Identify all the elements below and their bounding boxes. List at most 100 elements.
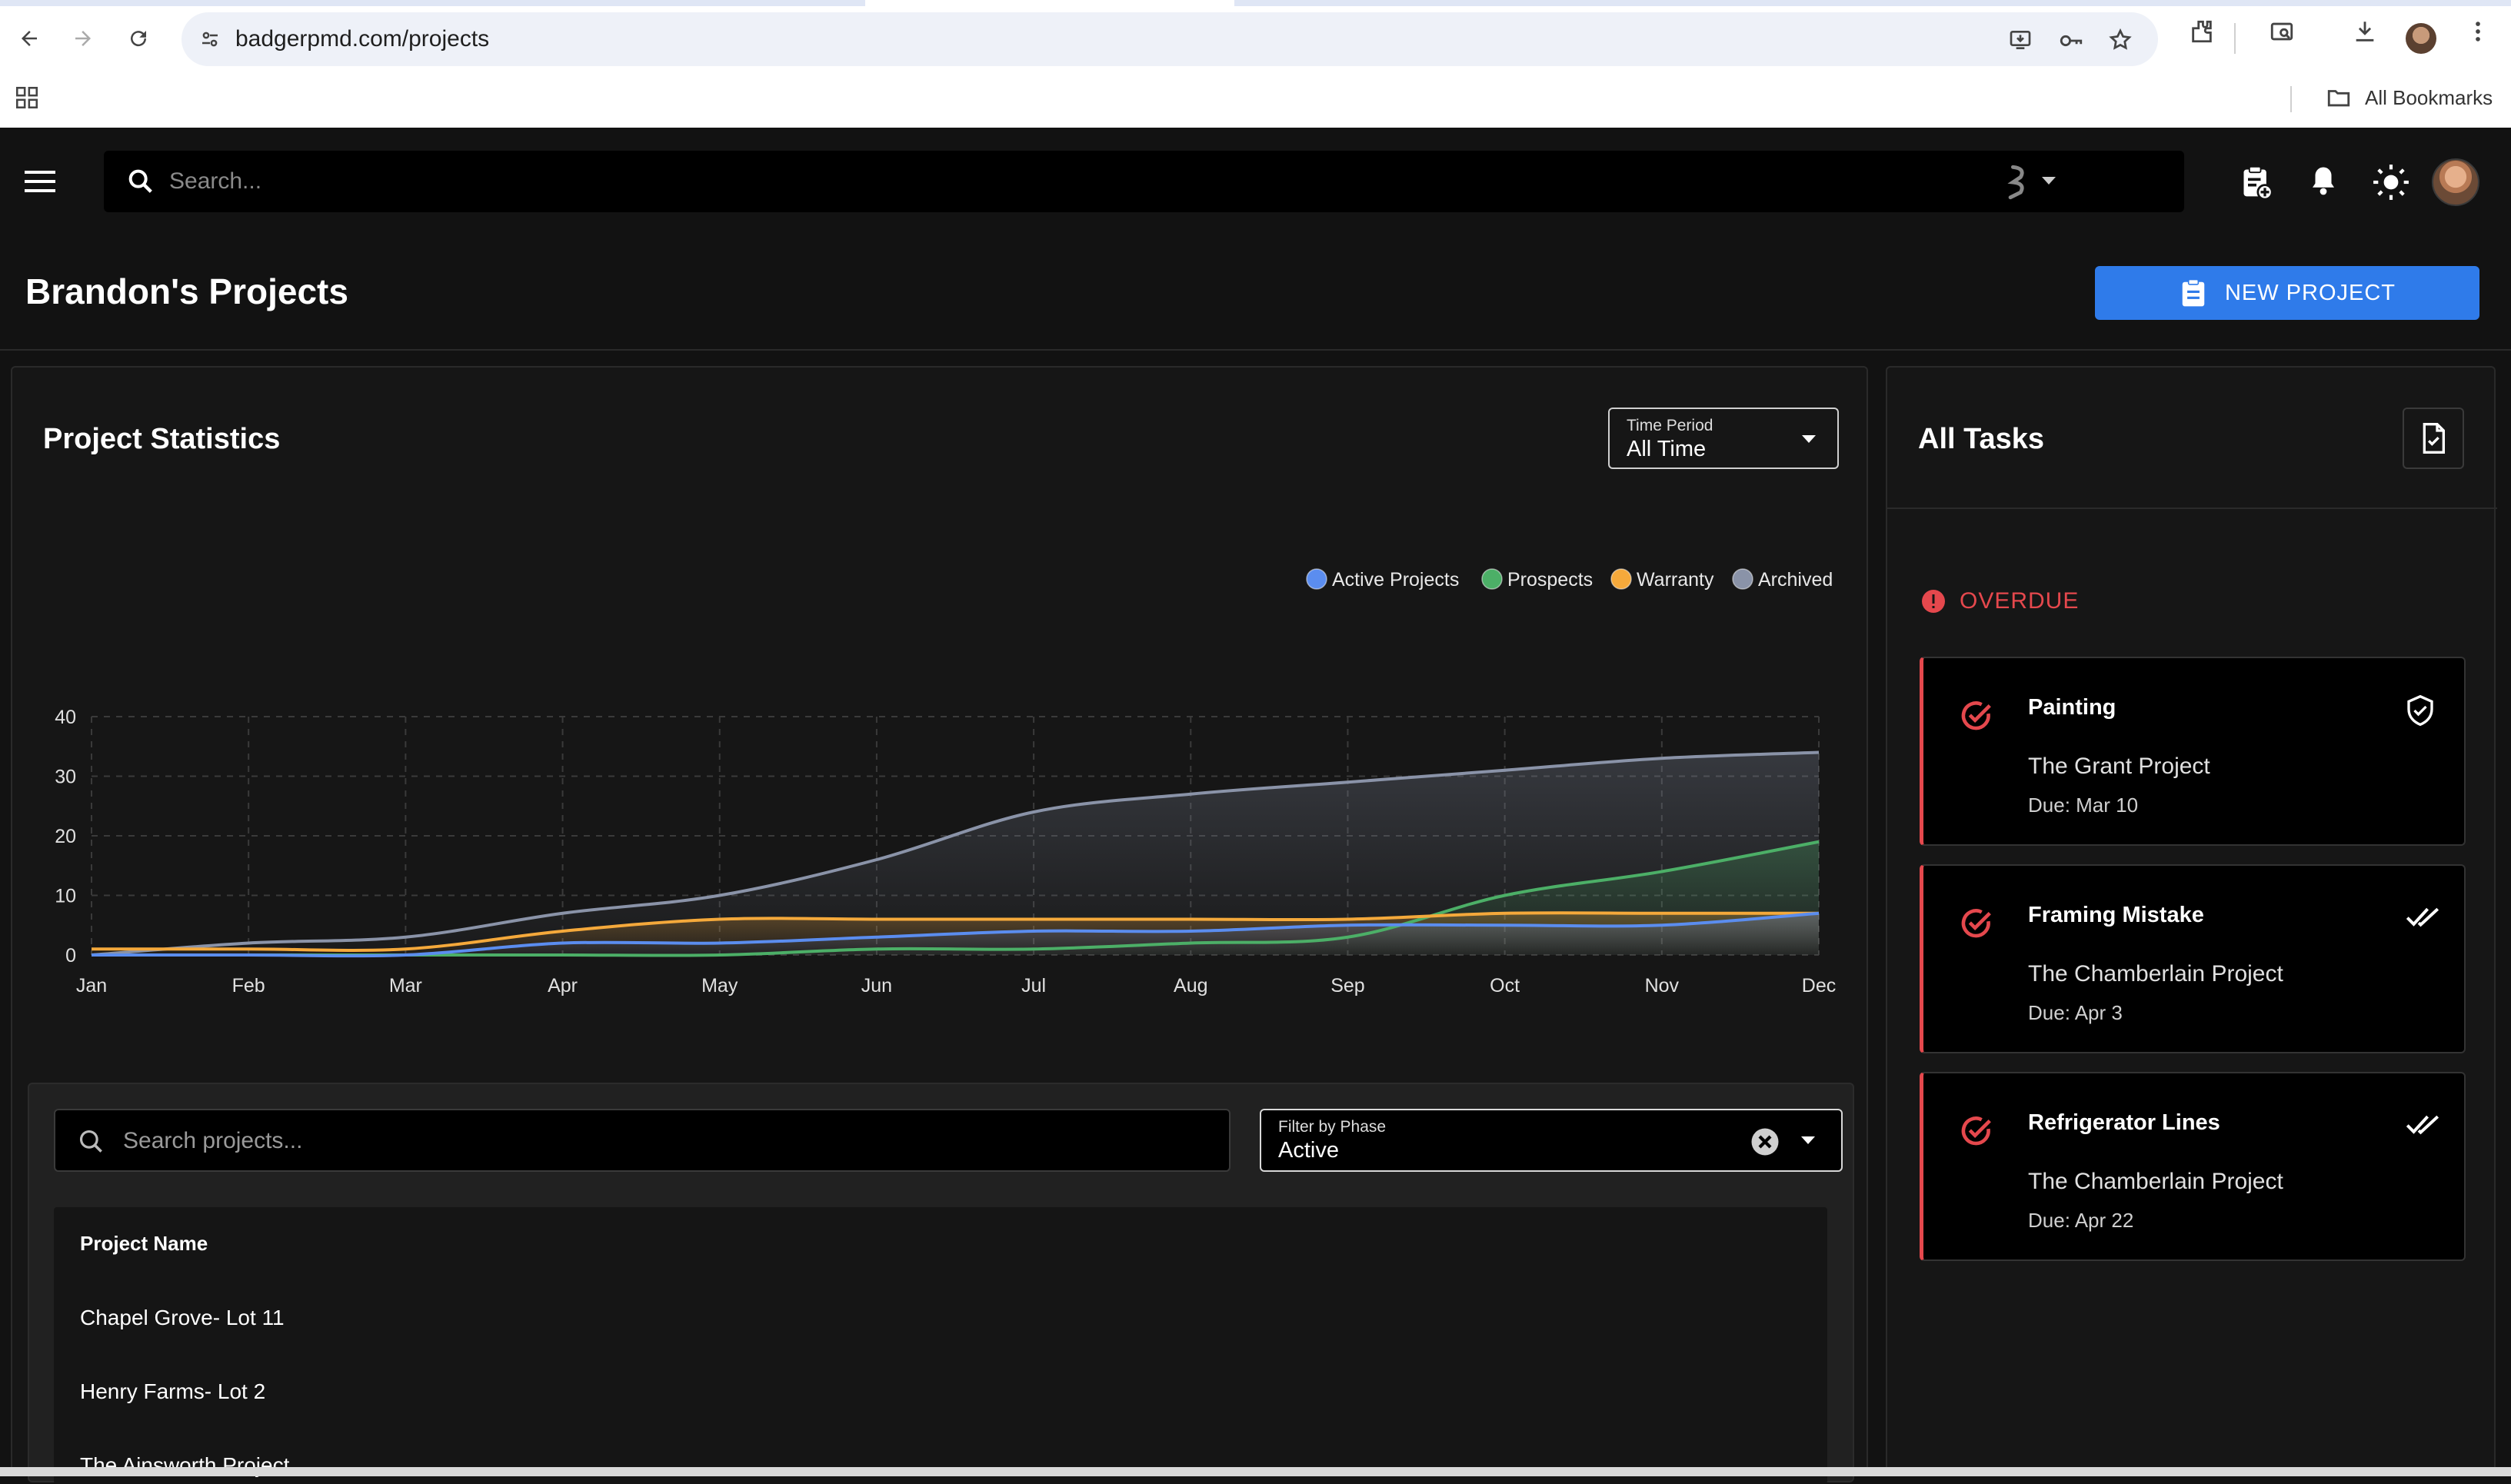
tab-search-icon[interactable] <box>2269 18 2295 45</box>
project-list-card: Filter by Phase Active Project Name Chap… <box>28 1083 1854 1484</box>
install-app-icon[interactable] <box>2008 28 2033 52</box>
y-tick-label: 0 <box>65 945 76 967</box>
download-icon[interactable] <box>2352 18 2378 45</box>
x-tick-label: May <box>701 975 738 997</box>
double-check-icon[interactable] <box>2405 1109 2440 1140</box>
task-project: The Chamberlain Project <box>2028 1169 2283 1194</box>
back-button[interactable] <box>8 17 51 60</box>
extensions-icon[interactable] <box>2189 18 2215 45</box>
export-tasks-button[interactable] <box>2403 408 2464 469</box>
task-title: Refrigerator Lines <box>2028 1110 2220 1135</box>
task-complete-check-icon[interactable] <box>1959 698 1994 734</box>
x-tick-label: Jun <box>861 975 892 997</box>
bookmarks-divider <box>2290 86 2292 112</box>
time-period-value: All Time <box>1627 437 1707 461</box>
x-tick-label: Sep <box>1330 975 1364 997</box>
task-title: Framing Mistake <box>2028 903 2204 927</box>
bookmarks-bar: All Bookmarks <box>0 77 2511 128</box>
y-tick-label: 20 <box>55 826 76 847</box>
table-row[interactable]: Chapel Grove- Lot 11 <box>80 1306 285 1330</box>
overdue-section-header: OVERDUE <box>1920 587 2079 615</box>
statistics-title: Project Statistics <box>43 423 281 455</box>
global-search[interactable] <box>104 151 2184 212</box>
reload-button[interactable] <box>117 17 160 60</box>
browser-chrome: badgerpmd.com/projects All Bookmarks <box>0 0 2511 128</box>
legend-label: Warranty <box>1637 569 1714 591</box>
page-title: Brandon's Projects <box>25 271 348 311</box>
arrow-left-icon <box>22 31 37 46</box>
legend-label: Prospects <box>1507 569 1593 591</box>
x-tick-label: Nov <box>1645 975 1680 997</box>
project-statistics-chart: 0 10 20 30 40 Jan Feb Mar Apr May Jun Jul Aug Sep Oct N… <box>55 568 1836 997</box>
browser-profile-avatar[interactable] <box>2406 23 2436 54</box>
task-card[interactable]: Framing Mistake The Chamberlain Project … <box>1920 864 2466 1053</box>
table-row[interactable]: Henry Farms- Lot 2 <box>80 1379 265 1404</box>
address-bar[interactable]: badgerpmd.com/projects <box>181 12 2158 66</box>
task-due-date: Due: Mar 10 <box>2028 794 2139 817</box>
tab-strip <box>0 0 2511 6</box>
file-check-icon <box>2423 423 2445 454</box>
apps-grid-icon[interactable] <box>14 85 40 111</box>
x-tick-label: Oct <box>1490 975 1520 997</box>
legend-label: Archived <box>1758 569 1833 591</box>
search-scope-caret-icon[interactable] <box>2040 175 2057 186</box>
y-tick-label: 40 <box>55 707 76 728</box>
user-avatar[interactable] <box>2432 158 2479 206</box>
search-icon <box>128 169 152 193</box>
x-tick-label: Jan <box>76 975 107 997</box>
brand-logo-icon <box>2007 165 2024 200</box>
window-bottom-edge <box>0 1467 2511 1476</box>
legend-swatch <box>1610 568 1632 590</box>
search-icon <box>79 1130 102 1153</box>
column-header-project-name[interactable]: Project Name <box>80 1232 208 1256</box>
x-tick-label: Apr <box>548 975 578 997</box>
task-card[interactable]: Refrigerator Lines The Chamberlain Proje… <box>1920 1072 2466 1261</box>
x-tick-label: Feb <box>232 975 265 997</box>
project-search-input[interactable] <box>123 1124 1200 1158</box>
task-complete-check-icon[interactable] <box>1959 906 1994 941</box>
reload-icon <box>131 31 147 47</box>
more-vert-icon[interactable] <box>2465 18 2491 45</box>
all-tasks-panel: All Tasks OVERDUE Painting The Grant Pro… <box>1886 366 2497 1476</box>
site-settings-icon[interactable] <box>198 28 221 51</box>
clipboard-icon <box>2182 278 2205 307</box>
projects-table: Project Name Chapel Grove- Lot 11 Henry … <box>54 1207 1827 1484</box>
phase-filter-value: Active <box>1278 1138 1339 1163</box>
task-complete-check-icon[interactable] <box>1959 1113 1994 1149</box>
task-title: Painting <box>2028 695 2116 720</box>
task-due-date: Due: Apr 22 <box>2028 1209 2134 1232</box>
clear-filter-icon[interactable] <box>1749 1126 1781 1158</box>
password-key-icon[interactable] <box>2058 28 2084 54</box>
global-search-input[interactable] <box>169 163 1938 200</box>
new-project-button[interactable]: NEW PROJECT <box>2095 266 2479 320</box>
x-tick-label: Dec <box>1802 975 1836 997</box>
project-search[interactable] <box>54 1109 1231 1172</box>
shield-check-icon[interactable] <box>2405 694 2436 727</box>
hamburger-menu-icon[interactable] <box>23 168 58 195</box>
phase-filter-label: Filter by Phase <box>1278 1118 1387 1136</box>
x-tick-label: Aug <box>1174 975 1207 997</box>
chevron-down-icon[interactable] <box>1800 1135 1817 1146</box>
x-tick-label: Jul <box>1021 975 1046 997</box>
forward-button[interactable] <box>62 17 105 60</box>
double-check-icon[interactable] <box>2405 901 2440 932</box>
notifications-bell-icon[interactable] <box>2307 163 2339 198</box>
theme-toggle-sun-icon[interactable] <box>2372 163 2410 201</box>
legend-swatch <box>1306 568 1327 590</box>
all-bookmarks-link[interactable]: All Bookmarks <box>2365 86 2493 110</box>
arrow-right-icon <box>75 31 91 46</box>
folder-icon[interactable] <box>2324 85 2353 111</box>
url-text[interactable]: badgerpmd.com/projects <box>235 26 489 52</box>
alert-circle-icon <box>1922 590 1945 613</box>
x-tick-label: Mar <box>389 975 422 997</box>
task-card[interactable]: Painting The Grant Project Due: Mar 10 <box>1920 657 2466 846</box>
time-period-select[interactable]: Time Period All Time <box>1608 408 1839 469</box>
legend-swatch <box>1481 568 1503 590</box>
phase-filter-select[interactable]: Filter by Phase Active <box>1260 1109 1843 1172</box>
legend-swatch <box>1732 568 1753 590</box>
toolbar-divider <box>2234 23 2236 54</box>
add-task-clipboard-icon[interactable] <box>2240 163 2273 201</box>
active-tab[interactable] <box>865 0 1234 6</box>
bookmark-star-icon[interactable] <box>2108 28 2133 52</box>
overdue-label: OVERDUE <box>1960 588 2080 614</box>
